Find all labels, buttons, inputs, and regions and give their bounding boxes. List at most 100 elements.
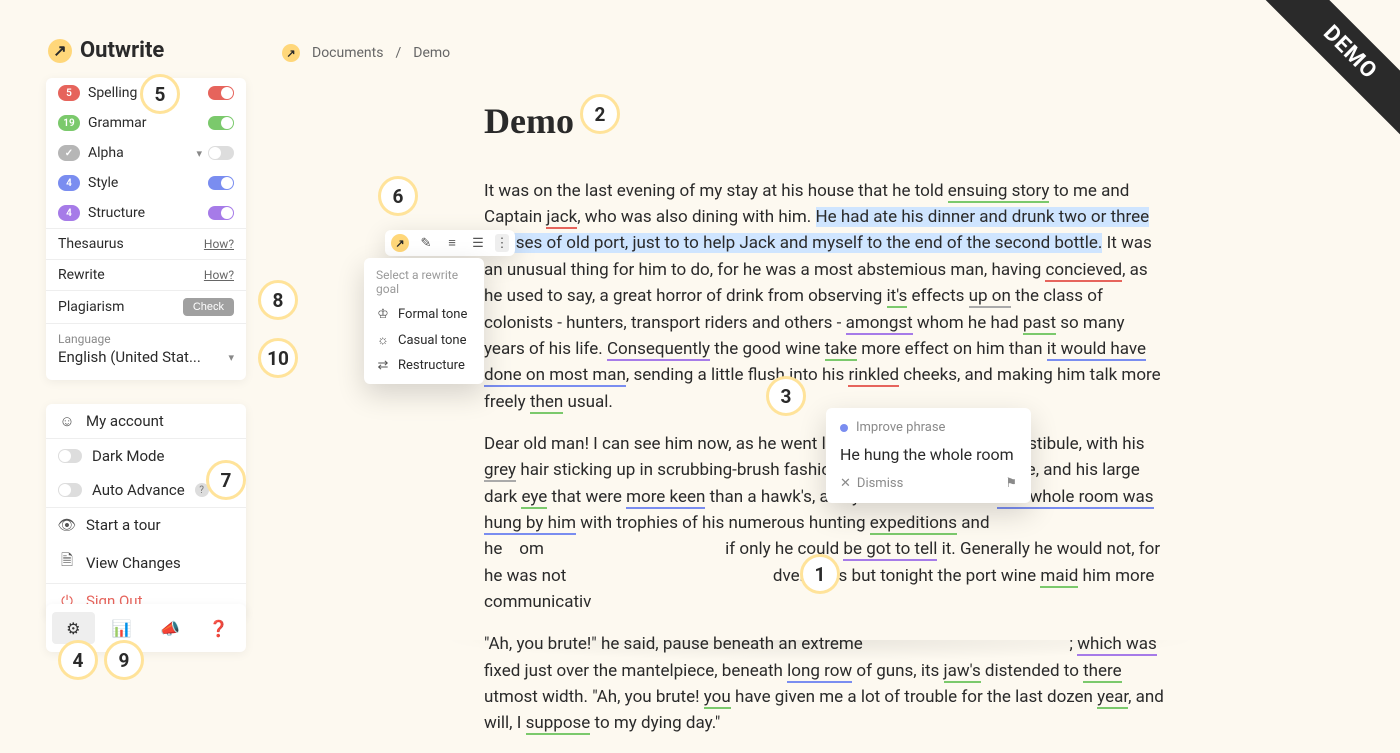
close-icon: ✕: [840, 476, 851, 491]
rewrite-row: Rewrite How?: [46, 259, 246, 290]
rewrite-toolbar: ↗ ✎ ≡ ☰ ⋮: [385, 230, 515, 256]
editor[interactable]: Demo It was on the last evening of my st…: [484, 94, 1164, 753]
rewrite-logo-icon[interactable]: ↗: [391, 234, 409, 252]
callout-1: 1: [800, 554, 840, 594]
app-logo: ↗ Outwrite: [48, 38, 164, 63]
language-value: English (United Stat...: [58, 348, 201, 366]
check-style-row[interactable]: 4 Style: [46, 168, 246, 198]
thesaurus-row: Thesaurus How?: [46, 228, 246, 259]
check-structure-row[interactable]: 4 Structure: [46, 198, 246, 228]
alpha-count-badge: ✓: [58, 145, 80, 161]
account-panel: ☺ My account Dark Mode Auto Advance ? 👁 …: [46, 404, 246, 618]
suggestion-text[interactable]: He hung the whole room: [840, 445, 1017, 464]
my-account-link[interactable]: ☺ My account: [46, 404, 246, 438]
rewrite-casual-label: Casual tone: [398, 333, 466, 348]
gear-icon: ⚙: [66, 619, 80, 638]
suggestion-category-dot: [840, 424, 848, 432]
callout-4: 4: [58, 640, 98, 680]
rewrite-more-icon[interactable]: ⋮: [495, 234, 509, 252]
callout-10: 10: [258, 338, 298, 378]
language-label: Language: [58, 332, 234, 346]
rewrite-tone-icon[interactable]: ✎: [417, 234, 435, 252]
casual-icon: ☼: [376, 332, 390, 348]
rewrite-shorten-icon[interactable]: ≡: [443, 234, 461, 252]
rewrite-menu-header: Select a rewrite goal: [364, 264, 484, 302]
tab-help[interactable]: ❓: [198, 612, 241, 644]
eye-icon: 👁: [58, 516, 76, 534]
tab-announcements[interactable]: 📣: [149, 612, 192, 644]
rewrite-label: Rewrite: [58, 267, 105, 283]
rewrite-formal-item[interactable]: ♔ Formal tone: [364, 302, 484, 327]
grammar-count-badge: 19: [58, 115, 80, 131]
grammar-toggle[interactable]: [208, 116, 234, 130]
view-changes-link[interactable]: 🗎 View Changes: [46, 542, 246, 583]
rewrite-how-link[interactable]: How?: [204, 268, 234, 282]
auto-advance-label: Auto Advance: [92, 481, 185, 499]
formal-icon: ♔: [376, 307, 390, 322]
chart-icon: 📊: [112, 619, 132, 638]
alpha-toggle[interactable]: [208, 146, 234, 160]
alpha-label: Alpha: [88, 145, 124, 161]
style-label: Style: [88, 175, 118, 191]
paragraph[interactable]: It was on the last evening of my stay at…: [484, 178, 1164, 415]
rewrite-restructure-item[interactable]: ⇄ Restructure: [364, 353, 484, 378]
spelling-toggle[interactable]: [208, 86, 234, 100]
restructure-icon: ⇄: [376, 358, 390, 373]
rewrite-menu: Select a rewrite goal ♔ Formal tone ☼ Ca…: [364, 258, 484, 384]
dark-mode-label: Dark Mode: [92, 447, 164, 465]
callout-8: 8: [258, 280, 298, 320]
check-alpha-row[interactable]: ✓ Alpha: [46, 138, 246, 168]
app-name: Outwrite: [80, 38, 164, 63]
callout-7: 7: [206, 460, 246, 500]
user-icon: ☺: [58, 412, 76, 430]
callout-9: 9: [104, 640, 144, 680]
structure-toggle[interactable]: [208, 206, 234, 220]
rewrite-casual-item[interactable]: ☼ Casual tone: [364, 327, 484, 353]
rewrite-restructure-label: Restructure: [398, 358, 465, 373]
spelling-count-badge: 5: [58, 85, 80, 101]
suggestion-dismiss-label: Dismiss: [857, 476, 903, 491]
start-tour-label: Start a tour: [86, 516, 161, 534]
language-row[interactable]: Language English (United Stat...: [46, 323, 246, 380]
document-icon: 🗎: [58, 550, 76, 575]
breadcrumb-root[interactable]: Documents: [312, 45, 383, 61]
suggestion-dismiss-button[interactable]: ✕ Dismiss: [840, 476, 903, 491]
start-tour-link[interactable]: 👁 Start a tour: [46, 507, 246, 542]
language-dropdown-icon[interactable]: [228, 351, 234, 364]
alpha-expand-icon[interactable]: [196, 147, 202, 160]
tab-settings[interactable]: ⚙: [52, 612, 95, 644]
auto-advance-toggle[interactable]: [58, 483, 82, 497]
my-account-label: My account: [86, 412, 164, 430]
suggestion-flag-button[interactable]: ⚑: [1005, 476, 1017, 491]
view-changes-label: View Changes: [86, 554, 181, 572]
style-count-badge: 4: [58, 175, 80, 191]
callout-5: 5: [140, 74, 180, 114]
grammar-label: Grammar: [88, 115, 147, 131]
callout-6: 6: [378, 176, 418, 216]
breadcrumb-current: Demo: [413, 45, 450, 61]
megaphone-icon: 📣: [160, 619, 180, 638]
demo-ribbon: DEMO: [1256, 0, 1400, 146]
paragraph[interactable]: "Ah, you brute!" he said, pause beneath …: [484, 631, 1164, 736]
breadcrumb: ↗ Documents / Demo: [282, 44, 450, 62]
structure-label: Structure: [88, 205, 145, 221]
dark-mode-toggle[interactable]: [58, 449, 82, 463]
structure-count-badge: 4: [58, 205, 80, 221]
plagiarism-check-button[interactable]: Check: [183, 298, 234, 316]
help-icon: ❓: [209, 619, 229, 638]
callout-2: 2: [580, 94, 620, 134]
thesaurus-how-link[interactable]: How?: [204, 237, 234, 251]
suggestion-category: Improve phrase: [856, 420, 945, 435]
breadcrumb-separator: /: [395, 45, 401, 61]
rewrite-expand-icon[interactable]: ☰: [469, 234, 487, 252]
plagiarism-row: Plagiarism Check: [46, 290, 246, 323]
callout-3: 3: [766, 376, 806, 416]
check-grammar-row[interactable]: 19 Grammar: [46, 108, 246, 138]
plagiarism-label: Plagiarism: [58, 299, 124, 315]
home-icon[interactable]: ↗: [282, 44, 300, 62]
style-toggle[interactable]: [208, 176, 234, 190]
checks-panel: 5 Spelling 19 Grammar ✓ Alpha 4 Style 4 …: [46, 78, 246, 380]
suggestion-popover: Improve phrase He hung the whole room ✕ …: [826, 408, 1031, 503]
rewrite-formal-label: Formal tone: [398, 307, 467, 322]
thesaurus-label: Thesaurus: [58, 236, 124, 252]
